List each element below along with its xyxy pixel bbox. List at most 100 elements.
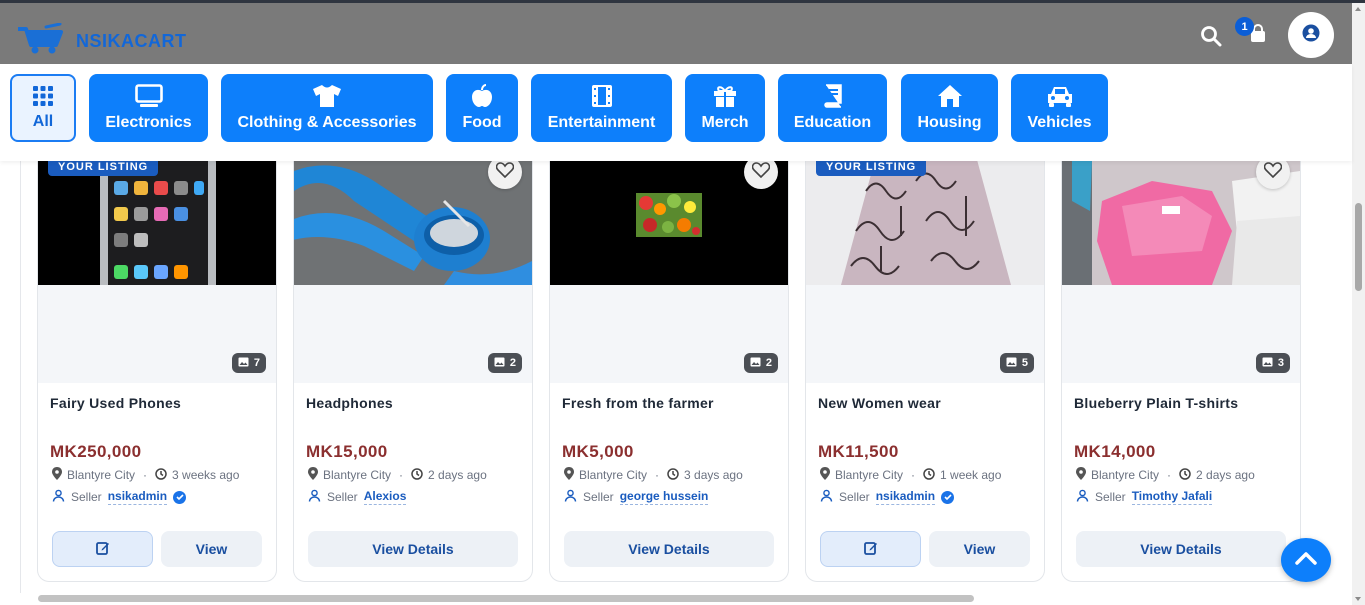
- product-card[interactable]: 2 Fresh from the farmer MK5,000 Blantyre…: [549, 161, 789, 582]
- image-count-badge: 5: [999, 353, 1034, 373]
- scroll-down-arrow-icon[interactable]: [1355, 597, 1361, 601]
- product-meta: Blantyre City · 3 weeks ago: [52, 467, 239, 483]
- product-media[interactable]: 2: [294, 161, 532, 383]
- product-title[interactable]: Headphones: [306, 395, 393, 411]
- heart-icon: [1263, 161, 1283, 183]
- clock-icon: [411, 467, 423, 483]
- horizontal-scrollbar[interactable]: [20, 593, 1352, 605]
- user-icon: [564, 489, 577, 505]
- view-button[interactable]: View: [161, 531, 262, 567]
- view-details-button[interactable]: View Details: [564, 531, 774, 567]
- product-image[interactable]: [38, 161, 276, 285]
- product-location: Blantyre City: [1091, 468, 1160, 482]
- product-media[interactable]: 3: [1062, 161, 1300, 383]
- product-seller: Seller nsikadmin: [52, 489, 187, 505]
- category-label: Housing: [917, 114, 982, 131]
- image-icon: [494, 357, 505, 370]
- location-pin-icon: [1076, 467, 1086, 483]
- product-media[interactable]: YOUR LISTING 7: [38, 161, 276, 383]
- product-card[interactable]: 3 Blueberry Plain T-shirts MK14,000 Blan…: [1061, 161, 1301, 582]
- category-housing[interactable]: Housing: [901, 74, 998, 142]
- category-all[interactable]: All: [10, 74, 76, 142]
- product-title[interactable]: Fairy Used Phones: [50, 395, 181, 411]
- product-location: Blantyre City: [835, 468, 904, 482]
- product-price: MK250,000: [50, 442, 142, 461]
- view-details-button[interactable]: View Details: [1076, 531, 1286, 567]
- view-details-button[interactable]: View Details: [308, 531, 518, 567]
- heart-icon: [751, 161, 771, 183]
- user-icon: [52, 489, 65, 505]
- edit-listing-button[interactable]: [52, 531, 153, 567]
- seller-name-link[interactable]: Alexios: [363, 489, 407, 505]
- car-icon: [1046, 84, 1074, 108]
- user-circle-icon: [1302, 24, 1320, 47]
- product-seller: Seller nsikadmin: [820, 489, 955, 505]
- verified-icon: [173, 490, 187, 504]
- verified-icon: [941, 490, 955, 504]
- category-label: Electronics: [105, 114, 192, 131]
- gift-icon: [712, 84, 738, 108]
- product-price: MK11,500: [818, 442, 899, 461]
- location-pin-icon: [564, 467, 574, 483]
- product-posted: 3 weeks ago: [172, 468, 240, 482]
- category-electronics[interactable]: Electronics: [89, 74, 208, 142]
- category-vehicles[interactable]: Vehicles: [1011, 74, 1108, 142]
- seller-name-link[interactable]: nsikadmin: [107, 489, 168, 505]
- vertical-scrollbar[interactable]: [1352, 3, 1365, 605]
- product-title[interactable]: Fresh from the farmer: [562, 395, 714, 411]
- image-count-badge: 2: [743, 353, 778, 373]
- search-icon[interactable]: [1200, 25, 1222, 52]
- edit-listing-button[interactable]: [820, 531, 921, 567]
- logo[interactable]: NSIKACART: [16, 22, 187, 60]
- seller-label: Seller: [839, 490, 870, 504]
- image-count-badge: 7: [231, 353, 266, 373]
- category-label: All: [32, 113, 54, 130]
- product-card[interactable]: 2 Headphones MK15,000 Blantyre City · 2 …: [293, 161, 533, 582]
- category-food[interactable]: Food: [446, 74, 518, 142]
- grid-icon: [32, 85, 54, 107]
- category-label: Clothing & Accessories: [237, 114, 417, 131]
- view-button[interactable]: View: [929, 531, 1030, 567]
- clock-icon: [155, 467, 167, 483]
- product-card[interactable]: YOUR LISTING 5 New Women wear MK11,500 B…: [805, 161, 1045, 582]
- back-to-top-button[interactable]: [1281, 538, 1331, 582]
- category-label: Food: [462, 114, 502, 131]
- cart-count-badge: 1: [1235, 17, 1254, 36]
- seller-name-link[interactable]: Timothy Jafali: [1131, 489, 1213, 505]
- scrollbar-thumb[interactable]: [38, 595, 974, 602]
- seller-label: Seller: [327, 490, 358, 504]
- image-count-badge: 2: [487, 353, 522, 373]
- account-button[interactable]: [1288, 12, 1334, 58]
- scrollbar-thumb[interactable]: [1355, 203, 1362, 291]
- user-icon: [1076, 489, 1089, 505]
- site-header: NSIKACART 1: [0, 3, 1352, 64]
- seller-name-link[interactable]: nsikadmin: [875, 489, 936, 505]
- product-card[interactable]: YOUR LISTING 7 Fairy Used Phones MK250,0…: [37, 161, 277, 582]
- product-media[interactable]: 2: [550, 161, 788, 383]
- product-title[interactable]: Blueberry Plain T-shirts: [1074, 395, 1238, 411]
- edit-icon: [863, 541, 878, 558]
- product-image[interactable]: [806, 161, 1044, 285]
- category-clothing[interactable]: Clothing & Accessories: [221, 74, 433, 142]
- product-meta: Blantyre City · 1 week ago: [820, 467, 1001, 483]
- category-merch[interactable]: Merch: [685, 74, 765, 142]
- seller-name-link[interactable]: george hussein: [619, 489, 709, 505]
- product-price: MK5,000: [562, 442, 634, 461]
- seller-label: Seller: [1095, 490, 1126, 504]
- product-media[interactable]: YOUR LISTING 5: [806, 161, 1044, 383]
- seller-label: Seller: [583, 490, 614, 504]
- product-posted: 2 days ago: [1196, 468, 1255, 482]
- shirt-icon: [312, 84, 342, 108]
- product-posted: 1 week ago: [940, 468, 1002, 482]
- location-pin-icon: [820, 467, 830, 483]
- image-count: 2: [765, 357, 772, 369]
- scroll-up-arrow-icon[interactable]: [1355, 7, 1361, 11]
- image-icon: [238, 357, 249, 370]
- category-label: Education: [793, 114, 872, 131]
- category-education[interactable]: Education: [778, 74, 887, 142]
- image-count: 2: [509, 357, 516, 369]
- product-title[interactable]: New Women wear: [818, 395, 941, 411]
- category-bar: All Electronics Clothing & Accessories F…: [0, 64, 1352, 161]
- category-label: Vehicles: [1027, 114, 1092, 131]
- category-entertainment[interactable]: Entertainment: [531, 74, 672, 142]
